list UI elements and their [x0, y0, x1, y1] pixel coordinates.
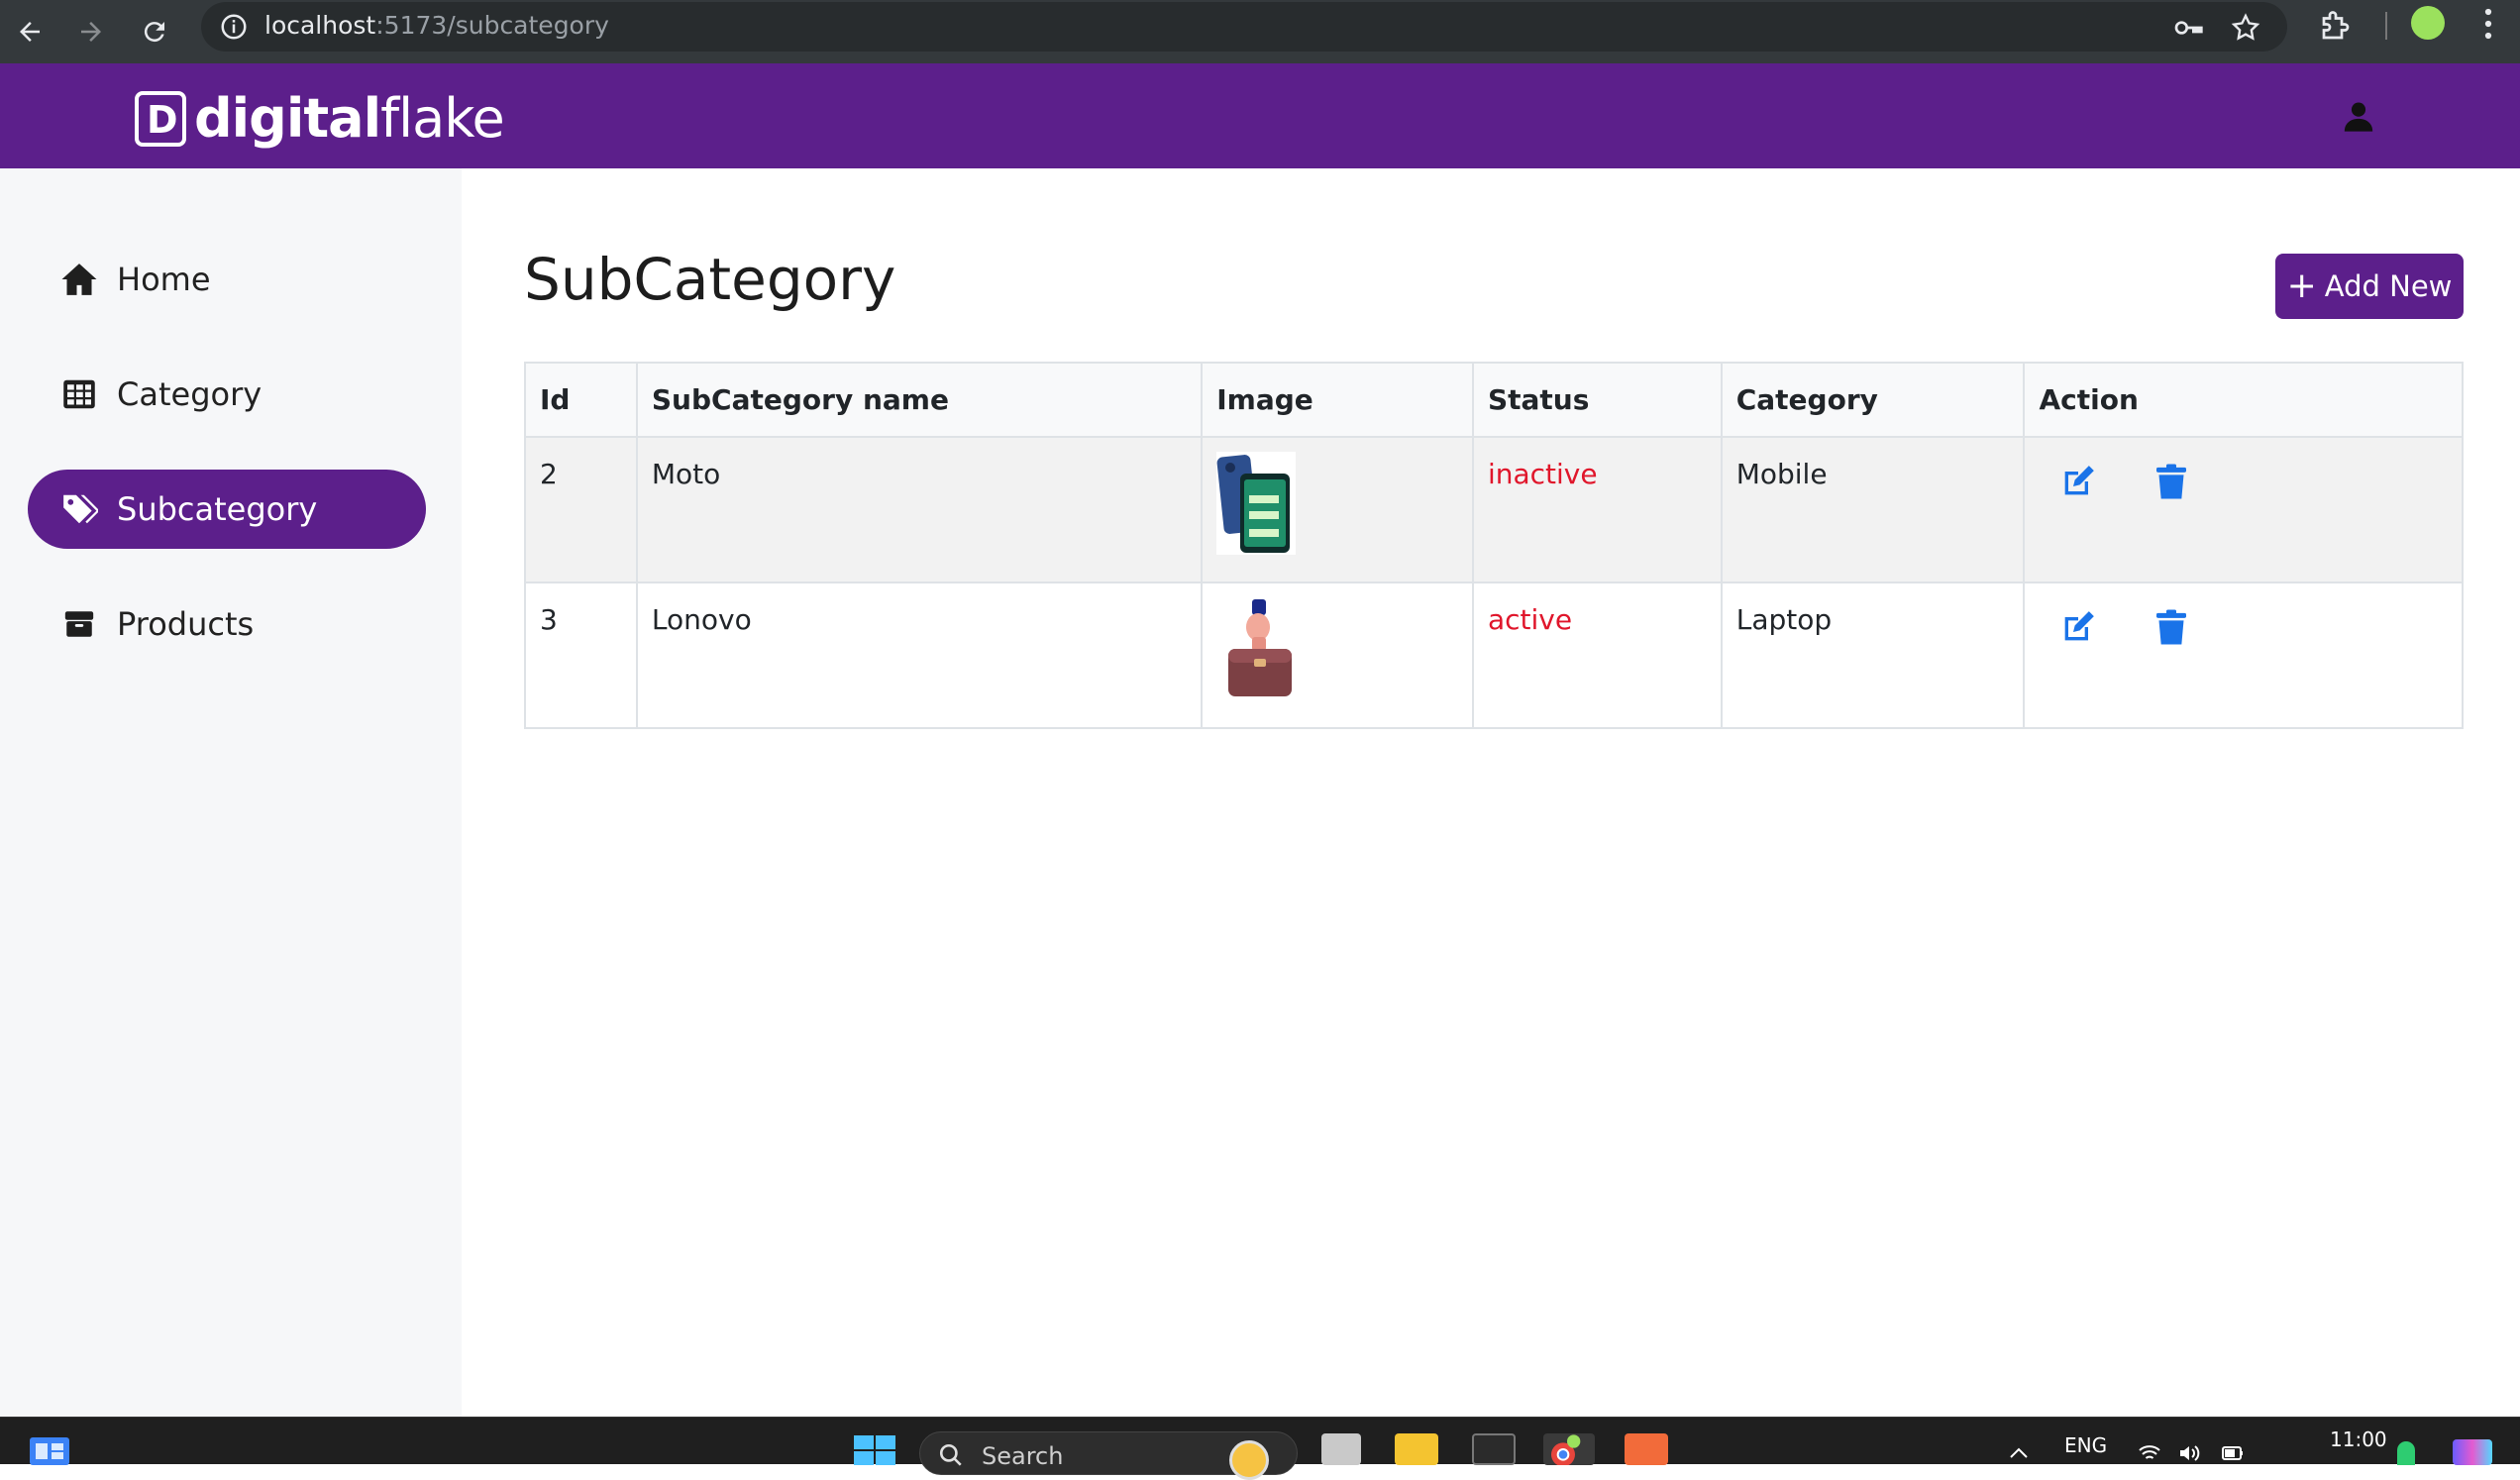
- wifi-icon[interactable]: [2136, 1441, 2163, 1465]
- logo-prefix: digital: [194, 87, 381, 150]
- copilot-icon[interactable]: [2453, 1439, 2492, 1465]
- key-icon[interactable]: [2172, 12, 2204, 44]
- sidebar-item-home[interactable]: Home: [28, 240, 426, 319]
- sidebar-item-subcategory[interactable]: Subcategory: [28, 470, 426, 549]
- os-taskbar: Search ENG 11:00: [0, 1417, 2520, 1480]
- windows-start-icon[interactable]: [854, 1435, 895, 1465]
- delete-icon[interactable]: [2152, 607, 2191, 647]
- volume-icon[interactable]: [2175, 1441, 2203, 1465]
- column-header-id[interactable]: Id: [524, 362, 638, 438]
- cell-actions: [2023, 581, 2464, 729]
- cell-status: inactive: [1471, 436, 1723, 583]
- back-button[interactable]: [8, 10, 52, 53]
- extensions-icon[interactable]: [2318, 8, 2354, 44]
- bookmark-star-icon[interactable]: [2230, 12, 2261, 44]
- logo-mark-letter: D: [147, 97, 178, 142]
- profile-avatar[interactable]: [2411, 6, 2445, 40]
- file-explorer-icon[interactable]: [1395, 1433, 1438, 1465]
- terminal-icon[interactable]: [1472, 1433, 1516, 1465]
- url-host: localhost: [264, 11, 376, 40]
- cell-actions: [2023, 436, 2464, 583]
- briefcase-image: [1216, 597, 1297, 700]
- add-new-label: Add New: [2324, 269, 2453, 303]
- forward-button[interactable]: [69, 10, 113, 53]
- table-header-row: Id SubCategory name Image Status Categor…: [524, 362, 2464, 438]
- digitalflake-logo[interactable]: D digitalflake: [135, 87, 505, 150]
- subcategory-table: Id SubCategory name Image Status Categor…: [524, 362, 2464, 729]
- page-title: SubCategory: [524, 246, 896, 313]
- plus-icon: +: [2286, 265, 2317, 306]
- box-icon: [59, 604, 99, 644]
- language-indicator[interactable]: ENG: [2064, 1433, 2107, 1457]
- chrome-taskbar-icon[interactable]: [1543, 1433, 1595, 1467]
- xampp-icon[interactable]: [1625, 1433, 1668, 1465]
- cell-status: active: [1471, 581, 1723, 729]
- url-path: :5173/subcategory: [375, 11, 609, 40]
- cell-id: 2: [524, 436, 638, 583]
- sidebar-item-label: Subcategory: [117, 490, 318, 528]
- taskbar-search[interactable]: Search: [919, 1431, 1298, 1480]
- edit-icon[interactable]: [2058, 462, 2098, 501]
- search-placeholder: Search: [982, 1442, 1064, 1470]
- sidebar-item-label: Category: [117, 375, 262, 413]
- app-header: D digitalflake: [0, 63, 2520, 168]
- sidebar-item-label: Products: [117, 605, 255, 643]
- search-icon: [939, 1443, 962, 1466]
- forward-arrow-icon: [81, 22, 101, 42]
- back-arrow-icon: [20, 22, 40, 42]
- column-header-name[interactable]: SubCategory name: [635, 362, 1204, 438]
- cell-id: 3: [524, 581, 638, 729]
- cell-category: Mobile: [1720, 436, 2026, 583]
- url-text: localhost:5173/subcategory: [264, 11, 609, 40]
- column-header-category[interactable]: Category: [1720, 362, 2026, 438]
- toolbar-divider: [2385, 12, 2387, 40]
- site-info-icon[interactable]: [219, 12, 249, 42]
- search-highlight-icon: [1229, 1440, 1269, 1480]
- cell-name: Moto: [635, 436, 1204, 583]
- cell-image: [1201, 436, 1474, 583]
- table-row: 2 Moto inactive Mobile: [524, 436, 2464, 583]
- widgets-icon[interactable]: [30, 1437, 69, 1465]
- logo-suffix: flake: [380, 87, 505, 150]
- sidebar: Home Category Subcategory Products: [0, 168, 462, 1417]
- user-icon[interactable]: [2342, 99, 2375, 133]
- task-view-icon[interactable]: [1321, 1433, 1361, 1465]
- column-header-status[interactable]: Status: [1471, 362, 1723, 438]
- cell-category: Laptop: [1720, 581, 2026, 729]
- reload-button[interactable]: [133, 10, 176, 53]
- add-new-button[interactable]: + Add New: [2275, 254, 2464, 319]
- chevron-up-icon[interactable]: [2007, 1441, 2031, 1465]
- logo-mark: D: [135, 90, 186, 147]
- phone-image: [1216, 452, 1297, 555]
- home-icon: [59, 260, 99, 299]
- sidebar-item-products[interactable]: Products: [28, 584, 426, 664]
- grid-icon: [59, 374, 99, 414]
- delete-icon[interactable]: [2152, 462, 2191, 501]
- table-row: 3 Lonovo active Laptop: [524, 581, 2464, 729]
- reload-icon: [144, 22, 164, 43]
- browser-toolbar: localhost:5173/subcategory: [0, 0, 2520, 63]
- status-person-icon[interactable]: [2397, 1441, 2415, 1465]
- tag-icon: [59, 489, 99, 529]
- address-bar[interactable]: localhost:5173/subcategory: [201, 2, 2287, 52]
- battery-icon[interactable]: [2219, 1441, 2247, 1465]
- cell-image: [1201, 581, 1474, 729]
- column-header-image[interactable]: Image: [1201, 362, 1474, 438]
- sidebar-item-category[interactable]: Category: [28, 355, 426, 434]
- clock-time[interactable]: 11:00: [2330, 1427, 2387, 1451]
- cell-name: Lonovo: [635, 581, 1204, 729]
- browser-menu-icon[interactable]: [2478, 6, 2498, 42]
- logo-text: digitalflake: [194, 87, 505, 150]
- edit-icon[interactable]: [2058, 607, 2098, 647]
- column-header-action: Action: [2023, 362, 2464, 438]
- sidebar-item-label: Home: [117, 261, 211, 298]
